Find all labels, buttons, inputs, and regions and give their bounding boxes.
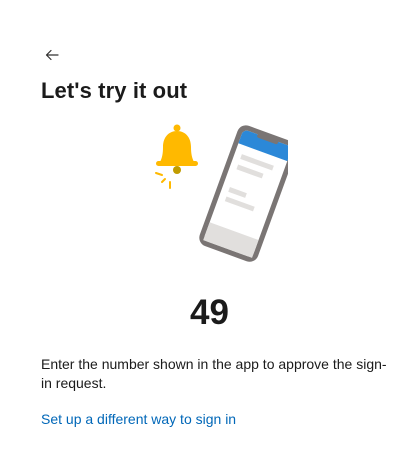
instruction-text: Enter the number shown in the app to app… xyxy=(41,356,387,391)
page-title: Let's try it out xyxy=(41,78,188,103)
phone-icon xyxy=(199,125,297,262)
arrow-left-icon xyxy=(45,49,59,61)
approval-number: 49 xyxy=(190,293,229,332)
different-sign-in-link[interactable]: Set up a different way to sign in xyxy=(41,411,236,427)
authenticator-illustration xyxy=(148,120,297,280)
bell-icon xyxy=(155,124,198,189)
back-button[interactable] xyxy=(40,44,64,66)
